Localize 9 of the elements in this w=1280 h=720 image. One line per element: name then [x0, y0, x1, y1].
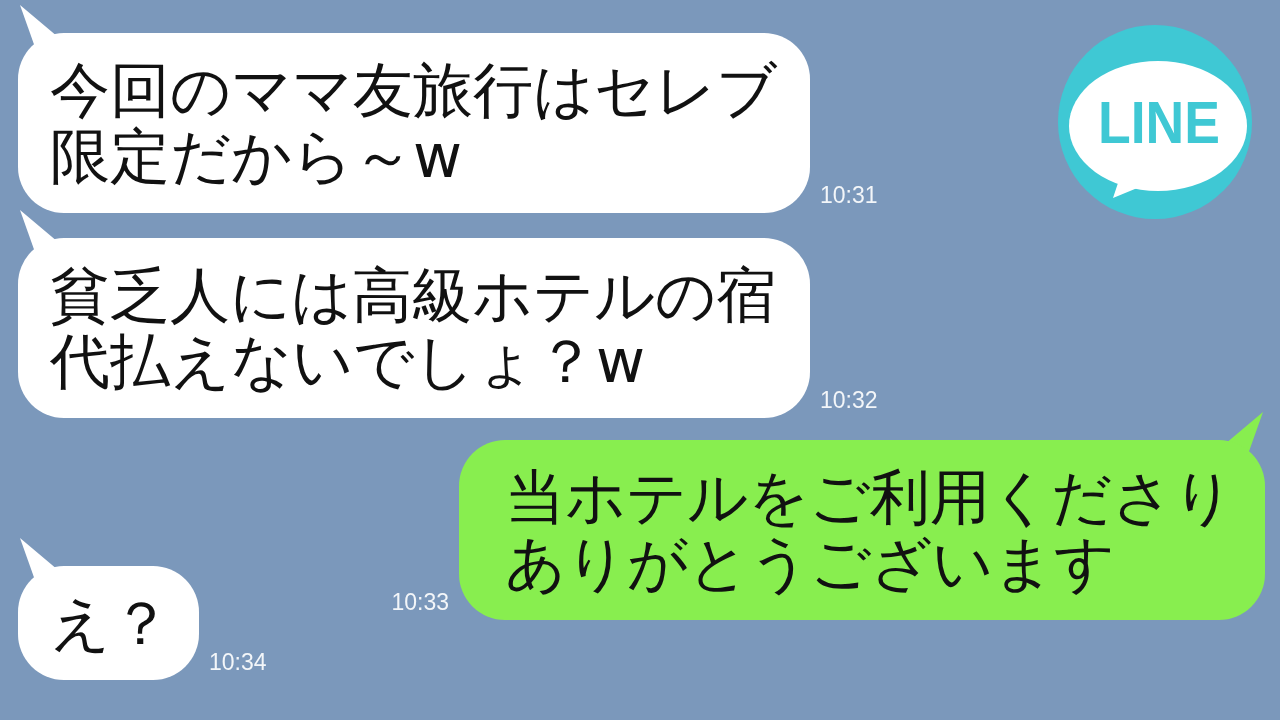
logo-text: LINE: [1098, 89, 1235, 156]
message-time: 10:34: [209, 649, 267, 676]
message-text: 今回のママ友旅行はセレブ限定だから～w: [50, 57, 778, 189]
message-time: 10:32: [820, 387, 878, 414]
message-time: 10:31: [820, 182, 878, 209]
message-text: 当ホテルをご利用くださりありがとうございます: [505, 464, 1235, 596]
message-time: 10:33: [391, 589, 449, 616]
message-text: え？: [50, 590, 171, 656]
message-text: 貧乏人には高級ホテルの宿代払えないでしょ？w: [50, 262, 777, 394]
